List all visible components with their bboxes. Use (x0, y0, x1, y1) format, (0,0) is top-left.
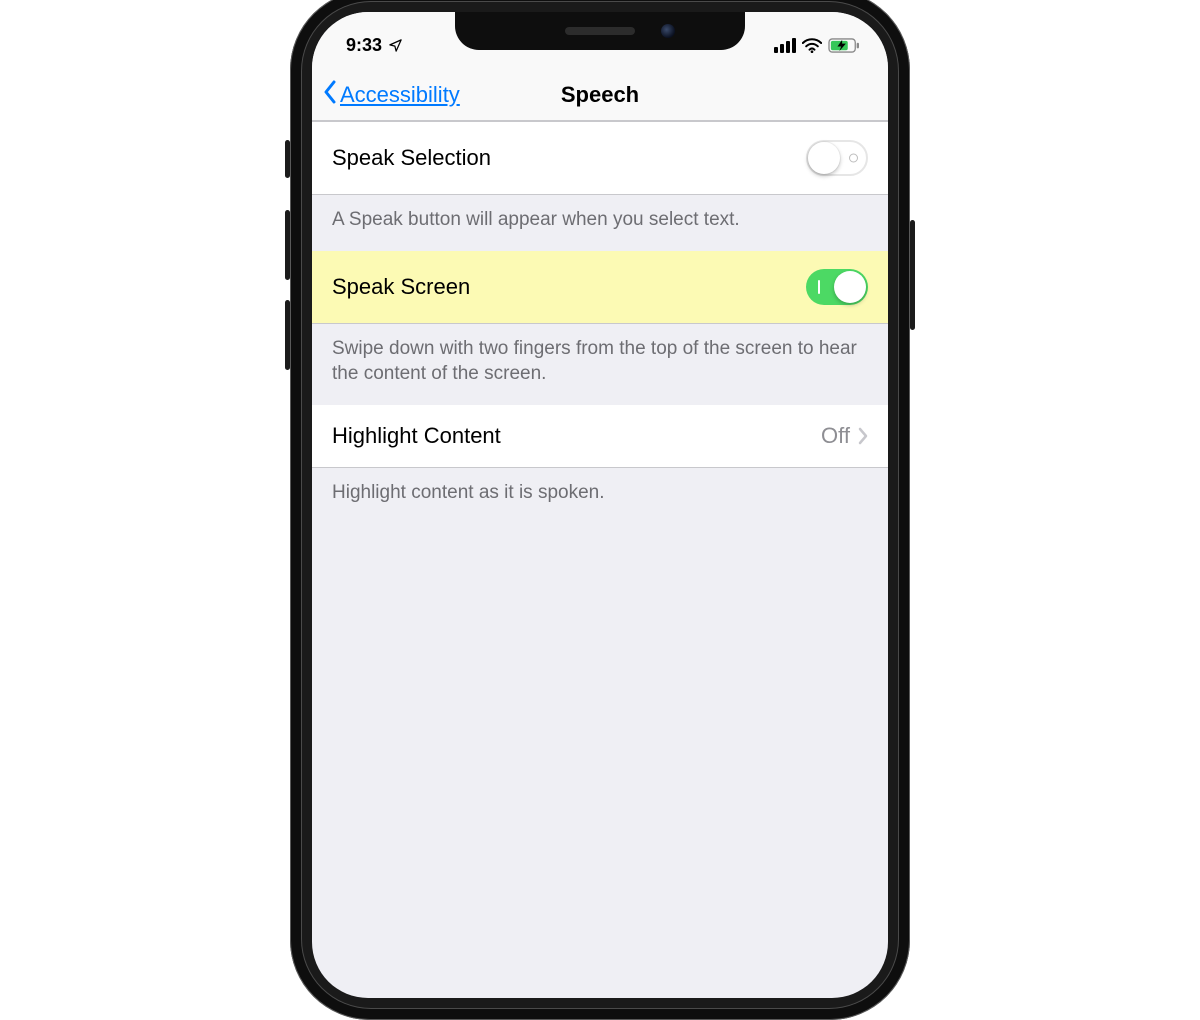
front-camera (661, 24, 675, 38)
row-highlight-content[interactable]: Highlight Content Off (312, 405, 888, 468)
wifi-icon (802, 38, 822, 53)
volume-down-button[interactable] (285, 300, 290, 370)
settings-list: Speak Selection A Speak button will appe… (312, 121, 888, 524)
screen: 9:33 (312, 12, 888, 998)
battery-charging-icon (828, 38, 860, 53)
notch (455, 12, 745, 50)
toggle-speak-screen[interactable] (806, 269, 868, 305)
chevron-left-icon (322, 80, 338, 110)
row-label: Speak Selection (332, 145, 806, 171)
toggle-speak-selection[interactable] (806, 140, 868, 176)
row-footer: A Speak button will appear when you sele… (312, 195, 888, 251)
row-label: Speak Screen (332, 274, 806, 300)
page-title: Speech (561, 82, 639, 108)
row-footer: Highlight content as it is spoken. (312, 468, 888, 524)
side-button[interactable] (910, 220, 915, 330)
row-speak-selection[interactable]: Speak Selection (312, 122, 888, 195)
earpiece-speaker (565, 27, 635, 35)
row-label: Highlight Content (332, 423, 821, 449)
back-label: Accessibility (340, 82, 460, 108)
back-button[interactable]: Accessibility (322, 70, 460, 120)
nav-bar: Accessibility Speech (312, 70, 888, 121)
row-value: Off (821, 423, 850, 449)
row-speak-screen[interactable]: Speak Screen (312, 251, 888, 324)
chevron-right-icon (858, 427, 868, 445)
cellular-signal-icon (774, 38, 796, 53)
row-footer: Swipe down with two fingers from the top… (312, 324, 888, 405)
volume-up-button[interactable] (285, 210, 290, 280)
phone-frame: 9:33 (290, 0, 910, 1020)
location-icon (388, 38, 403, 53)
status-time: 9:33 (346, 35, 382, 56)
mute-switch[interactable] (285, 140, 290, 178)
